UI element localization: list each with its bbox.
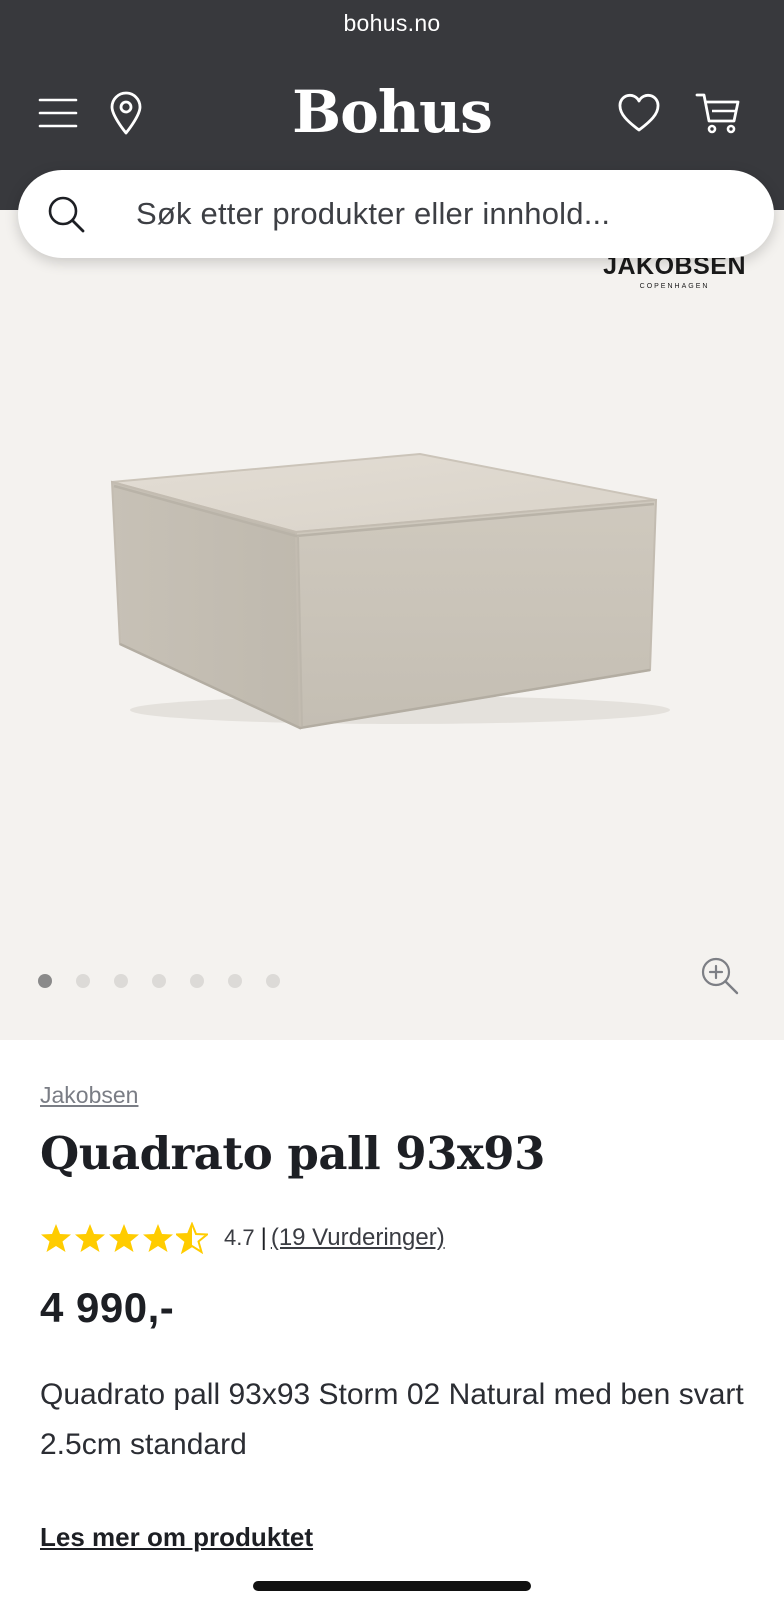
gallery-dot[interactable] (38, 974, 52, 988)
product-title: Quadrato pall 93x93 (40, 1127, 545, 1180)
shopping-cart-icon (695, 93, 740, 134)
product-description: Quadrato pall 93x93 Storm 02 Natural med… (40, 1378, 744, 1461)
browser-url[interactable]: bohus.no (0, 10, 784, 37)
rating-separator: | (260, 1224, 267, 1251)
star-full-icon (143, 1224, 173, 1252)
wishlist-button[interactable] (614, 88, 664, 138)
product-info: Jakobsen Quadrato pall 93x93 4.7 | (19 V… (40, 1082, 750, 1553)
star-half-icon (176, 1222, 208, 1254)
home-indicator (253, 1581, 531, 1591)
brand-logo-sub: COPENHAGEN (639, 283, 710, 290)
gallery-dot[interactable] (228, 974, 242, 988)
product-image[interactable] (100, 450, 680, 750)
search-input[interactable]: Søk etter produkter eller innhold... (136, 196, 610, 232)
product-price: 4 990,- (40, 1284, 175, 1331)
reviews-link[interactable]: (19 Vurderinger) (271, 1224, 445, 1252)
product-image-gallery[interactable]: JAKOBSEN COPENHAGEN (0, 210, 784, 1040)
gallery-pagination (38, 974, 280, 988)
star-full-icon (75, 1224, 105, 1252)
cart-button[interactable] (693, 88, 743, 138)
rating-row: 4.7 | (19 Vurderinger) (40, 1222, 750, 1254)
gallery-dot[interactable] (152, 974, 166, 988)
star-full-icon (41, 1224, 71, 1252)
brand-link[interactable]: Jakobsen (40, 1082, 750, 1109)
rating-value: 4.7 (224, 1225, 255, 1250)
zoom-in-icon (701, 957, 739, 995)
gallery-dot[interactable] (114, 974, 128, 988)
gallery-dot[interactable] (190, 974, 204, 988)
bohus-logo[interactable]: Bohus (0, 78, 784, 146)
search-bar[interactable]: Søk etter produkter eller innhold... (18, 170, 774, 258)
gallery-dot[interactable] (76, 974, 90, 988)
read-more-link[interactable]: Les mer om produktet (40, 1522, 750, 1553)
rating-stars (40, 1222, 208, 1254)
zoom-button[interactable] (698, 954, 742, 998)
gallery-dot[interactable] (266, 974, 280, 988)
heart-icon (618, 93, 660, 132)
search-icon[interactable] (44, 192, 88, 236)
star-full-icon (109, 1224, 139, 1252)
